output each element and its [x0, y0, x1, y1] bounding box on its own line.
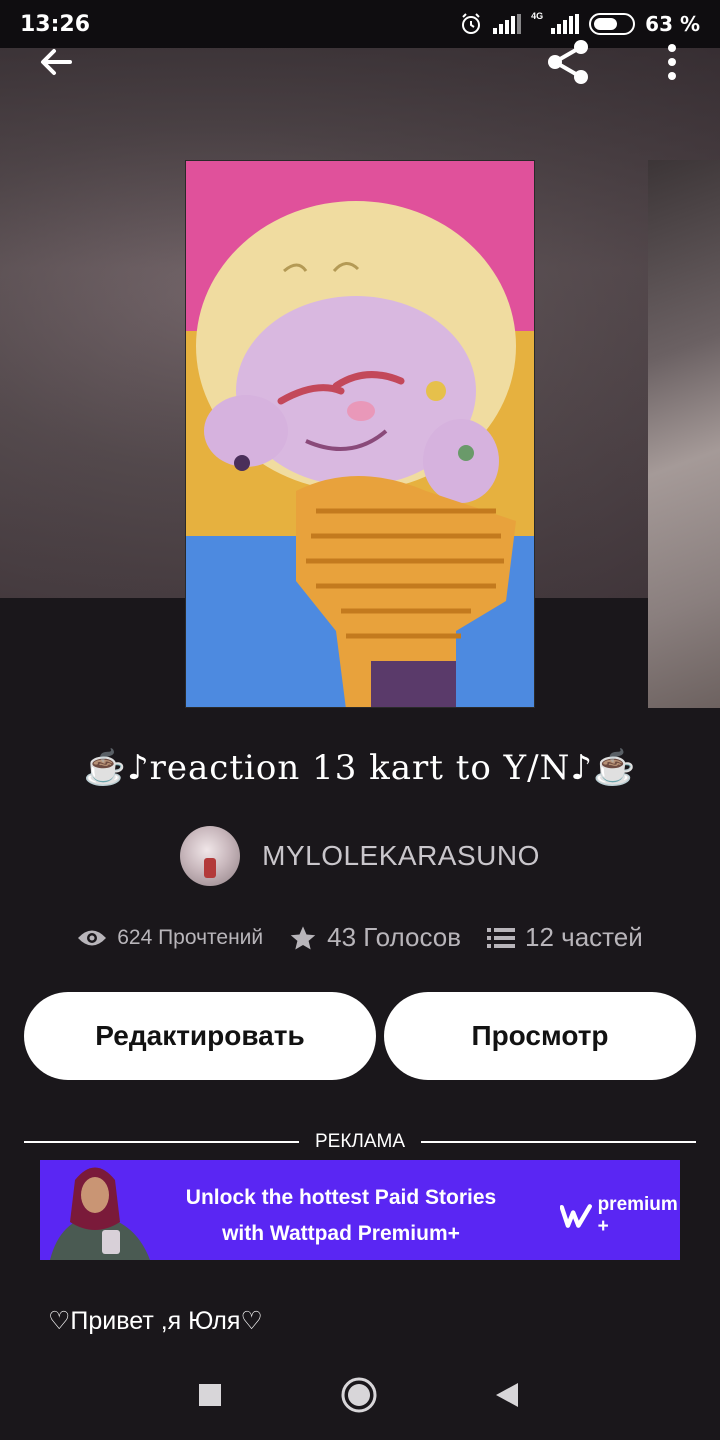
next-story-cover[interactable]	[648, 160, 720, 708]
story-title: ☕♪reaction 13 kart to Y/N♪☕	[83, 748, 637, 788]
reads-stat: 624 Прочтений	[77, 926, 263, 950]
ad-banner[interactable]: Unlock the hottest Paid Stories with Wat…	[40, 1160, 680, 1260]
reads-count: 624 Прочтений	[117, 925, 264, 949]
votes-count: 43 Голосов	[327, 922, 462, 952]
story-stats: 624 Прочтений 43 Голосов 12 частей	[0, 922, 720, 953]
alarm-icon	[462, 13, 481, 34]
signal-4g-icon	[551, 14, 580, 34]
eye-icon	[78, 930, 107, 945]
view-button[interactable]: Просмотр	[384, 992, 696, 1080]
more-vertical-icon	[668, 44, 676, 80]
ad-line-2: with Wattpad Premium+	[222, 1222, 460, 1245]
share-icon	[548, 40, 588, 84]
ad-brand-name: premium +	[597, 1194, 678, 1237]
ad-line-1: Unlock the hottest Paid Stories	[185, 1186, 497, 1209]
system-nav-bar	[0, 1350, 720, 1440]
author-name[interactable]: MYLOLEKARASUNO	[262, 840, 540, 872]
home-icon	[341, 1377, 377, 1413]
ad-brand: premium +	[560, 1194, 680, 1238]
wattpad-logo-icon	[560, 1204, 592, 1228]
signal-icon	[493, 14, 522, 34]
ad-person-image	[40, 1160, 160, 1260]
back-arrow-icon	[41, 49, 72, 75]
edit-button[interactable]: Редактировать	[24, 992, 376, 1080]
network-type-label: 4G	[531, 11, 544, 21]
ad-headline: Unlock the hottest Paid Stories with Wat…	[146, 1180, 536, 1252]
ad-separator: РЕКЛАМА	[24, 1130, 696, 1154]
votes-stat: 43 Голосов	[289, 922, 461, 953]
ad-label: РЕКЛАМА	[314, 1131, 406, 1152]
parts-count: 12 частей	[525, 922, 643, 952]
back-icon	[496, 1383, 518, 1407]
recent-apps-button[interactable]	[183, 1368, 237, 1422]
back-button[interactable]	[26, 32, 86, 92]
star-icon	[290, 925, 316, 950]
author-row[interactable]: MYLOLEKARASUNO	[0, 826, 720, 886]
author-avatar[interactable]	[180, 826, 241, 886]
story-description: ♡Привет ,я Юля♡	[48, 1307, 263, 1335]
share-button[interactable]	[538, 32, 598, 92]
cover-illustration	[186, 161, 534, 707]
story-cover[interactable]	[185, 160, 535, 708]
list-icon	[487, 927, 516, 948]
status-bar: 13:26 4G 63 %	[0, 0, 720, 48]
home-button[interactable]	[332, 1368, 386, 1422]
recent-apps-icon	[199, 1384, 221, 1406]
back-nav-button[interactable]	[480, 1368, 534, 1422]
more-options-button[interactable]	[642, 32, 702, 92]
parts-stat: 12 частей	[487, 922, 643, 953]
